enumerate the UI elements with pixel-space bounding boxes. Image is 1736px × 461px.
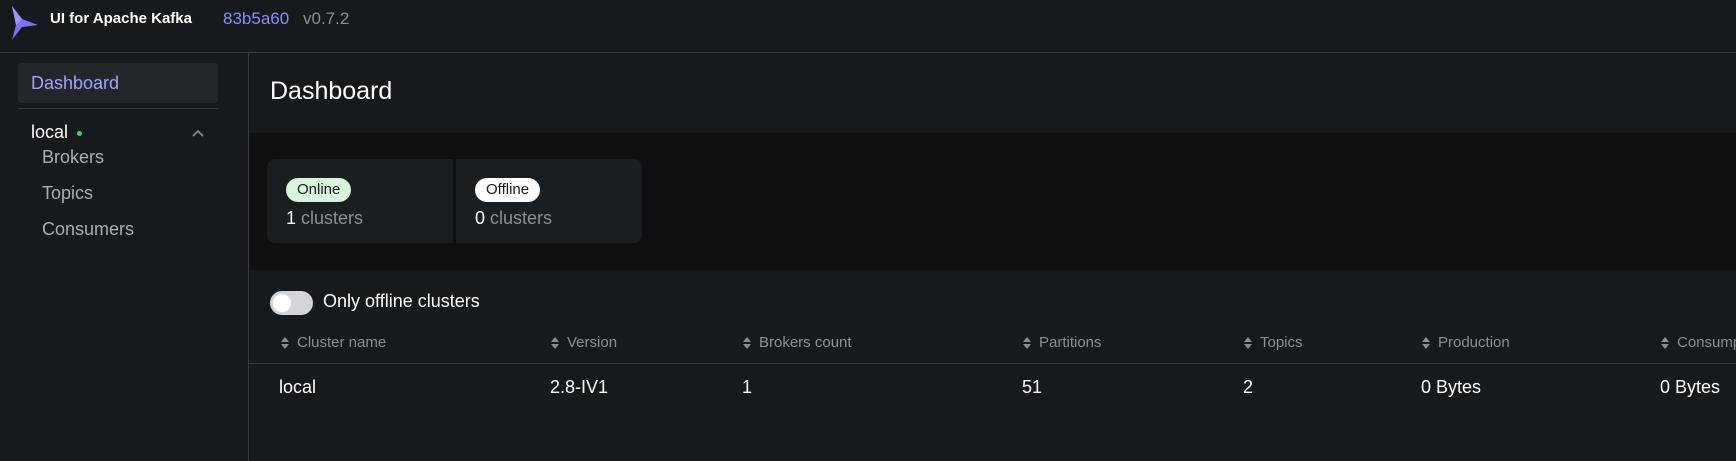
chevron-up-icon[interactable] <box>190 127 206 139</box>
toggle-knob <box>273 294 291 312</box>
table-header-divider <box>249 363 1736 364</box>
sidebar-item-dashboard[interactable]: Dashboard <box>18 63 218 103</box>
sort-icon <box>551 336 559 349</box>
online-count: 1 <box>286 208 297 228</box>
offline-clusters-card: Offline 0 clusters <box>456 159 642 243</box>
cell-brokers-count: 1 <box>742 377 753 397</box>
column-header-consumption[interactable]: Consumption <box>1660 334 1736 351</box>
sidebar-cluster-local[interactable]: local <box>18 115 218 151</box>
cell-version: 2.8-IV1 <box>550 377 609 397</box>
offline-unit: clusters <box>490 208 553 228</box>
column-header-label: Brokers count <box>759 334 852 351</box>
offline-clusters-count: 0 clusters <box>475 208 552 229</box>
sort-icon <box>1422 336 1430 349</box>
sidebar-item-brokers[interactable]: Brokers <box>42 147 104 168</box>
sort-icon <box>1023 336 1031 349</box>
main-content: Dashboard Online 1 clusters Offline 0 cl… <box>249 53 1736 461</box>
page-title: Dashboard <box>270 77 393 105</box>
cell-topics: 2 <box>1243 377 1254 397</box>
cell-partitions: 51 <box>1022 377 1043 397</box>
offline-badge: Offline <box>475 178 541 202</box>
version-label: v0.7.2 <box>303 9 350 28</box>
column-header-cluster-name[interactable]: Cluster name <box>280 334 386 351</box>
column-header-label: Version <box>567 334 618 351</box>
column-header-label: Production <box>1438 334 1510 351</box>
online-clusters-count: 1 clusters <box>286 208 363 229</box>
app-title[interactable]: UI for Apache Kafka <box>50 10 192 27</box>
online-badge: Online <box>286 178 352 202</box>
sidebar-item-consumers[interactable]: Consumers <box>42 219 134 240</box>
column-header-brokers-count[interactable]: Brokers count <box>742 334 852 351</box>
kafka-logo-icon[interactable] <box>10 5 40 41</box>
sort-icon <box>1244 336 1252 349</box>
commit-link[interactable]: 83b5a60 <box>223 9 289 29</box>
top-bar: UI for Apache Kafka 83b5a60 v0.7.2 <box>0 0 1736 53</box>
online-status-dot <box>77 131 82 136</box>
cell-consumption: 0 Bytes <box>1660 377 1721 397</box>
sort-icon <box>281 336 289 349</box>
column-header-production[interactable]: Production <box>1421 334 1510 351</box>
sort-icon <box>1661 336 1669 349</box>
cluster-name: local <box>31 122 69 142</box>
column-header-partitions[interactable]: Partitions <box>1022 334 1102 351</box>
online-clusters-card: Online 1 clusters <box>267 159 453 243</box>
column-header-label: Topics <box>1260 334 1303 351</box>
cell-production: 0 Bytes <box>1421 377 1482 397</box>
column-header-label: Partitions <box>1039 334 1102 351</box>
column-header-label: Cluster name <box>297 334 387 351</box>
sidebar-item-topics[interactable]: Topics <box>42 183 93 204</box>
column-header-label: Consumption <box>1677 334 1736 351</box>
only-offline-toggle[interactable] <box>270 291 313 315</box>
cell-cluster-name[interactable]: local <box>279 377 316 398</box>
sidebar-divider <box>18 108 218 109</box>
cluster-stats: Online 1 clusters Offline 0 clusters <box>249 133 1736 270</box>
sidebar: Dashboard local Brokers Topics Consumers <box>0 53 249 461</box>
offline-count: 0 <box>475 208 486 228</box>
column-header-version[interactable]: Version <box>550 334 617 351</box>
column-header-topics[interactable]: Topics <box>1243 334 1303 351</box>
online-unit: clusters <box>301 208 364 228</box>
only-offline-label[interactable]: Only offline clusters <box>323 291 480 312</box>
sort-icon <box>743 336 751 349</box>
